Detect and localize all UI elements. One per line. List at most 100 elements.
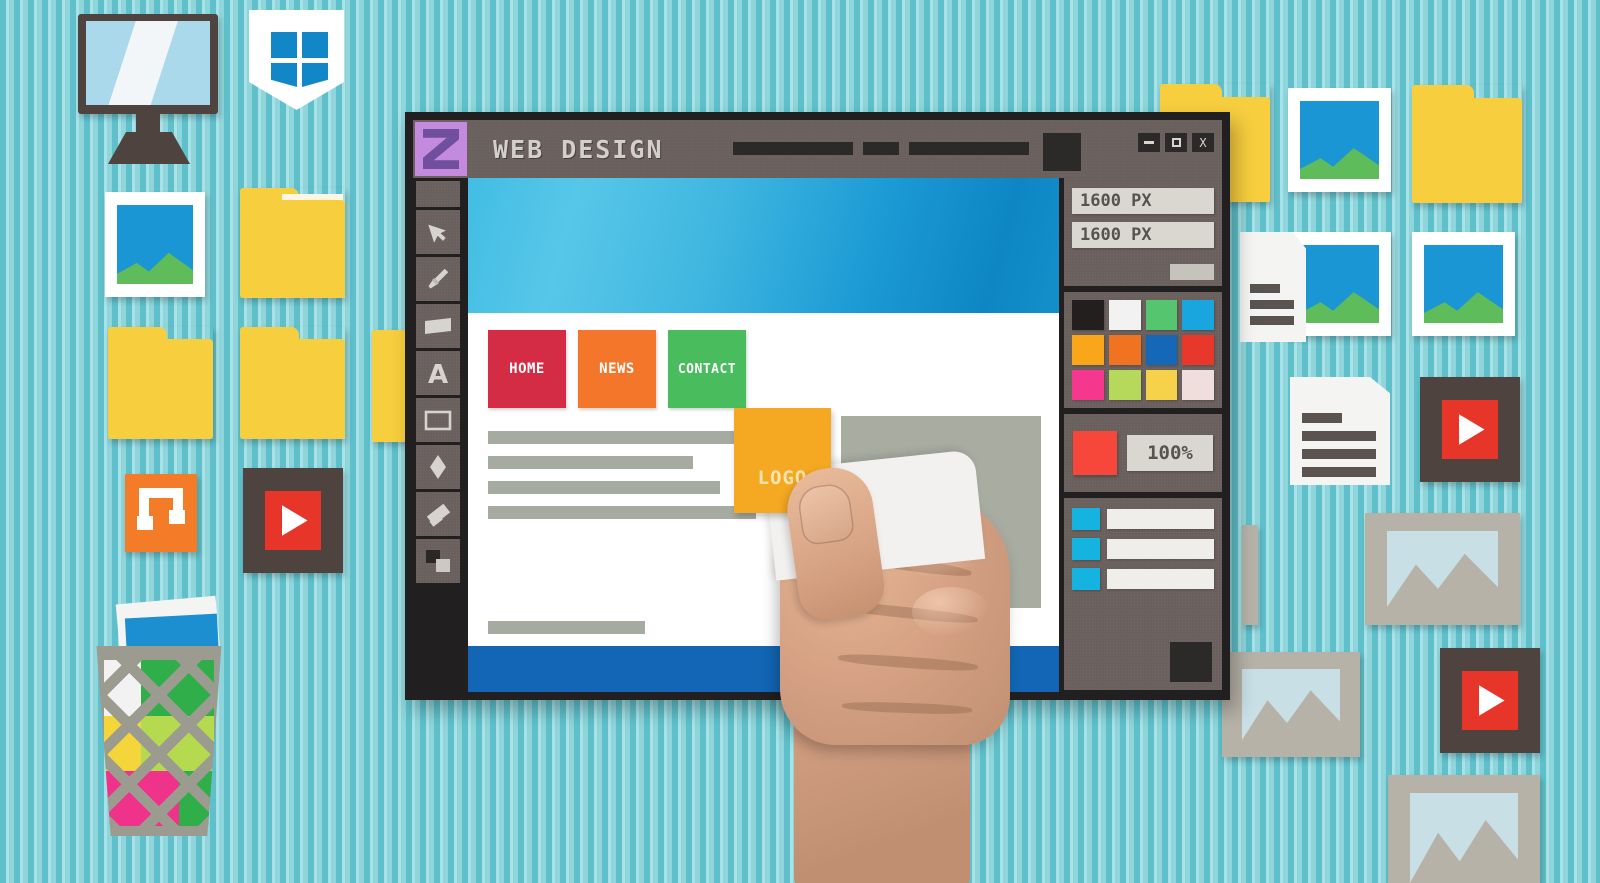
width-field[interactable]: 1600 PX [1072, 188, 1214, 214]
desktop-icon-gray-photo-2[interactable] [1222, 652, 1360, 757]
nav-button-contact[interactable]: CONTACT [668, 330, 746, 408]
desktop-icon-video-right-1[interactable] [1420, 377, 1520, 482]
window-titlebar: WEB DESIGN X [413, 120, 1222, 178]
swatch-8[interactable] [1072, 370, 1104, 400]
swatch-3[interactable] [1182, 300, 1214, 330]
maximize-button[interactable] [1165, 133, 1187, 152]
rectangle-tool[interactable] [416, 398, 460, 442]
close-button[interactable]: X [1192, 133, 1214, 152]
desktop-icon-gray-photo-1[interactable] [1365, 513, 1520, 625]
brush-tool[interactable] [416, 257, 460, 301]
desktop-icon-video-right-2[interactable] [1440, 648, 1540, 753]
nav-button-news[interactable]: NEWS [578, 330, 656, 408]
desktop-icon-photo-left[interactable] [105, 192, 205, 297]
desktop-icon-photo-tr-1[interactable] [1288, 88, 1391, 192]
app-logo-icon[interactable] [415, 122, 467, 176]
gray-photo-mountain [1387, 553, 1498, 607]
letter-a-icon: A [428, 360, 448, 386]
layer-visibility-chip[interactable] [1072, 538, 1100, 560]
toolbar-slot-2[interactable] [863, 142, 899, 155]
swatch-1[interactable] [1108, 300, 1141, 330]
folder-body [1412, 97, 1522, 203]
play-triangle-icon [1478, 685, 1505, 716]
doc-line [1250, 316, 1294, 325]
layer-row-3[interactable] [1072, 568, 1214, 590]
filled-rectangle-icon [425, 318, 451, 334]
toolbar-slot-1[interactable] [733, 142, 853, 155]
photo-image-icon [117, 205, 193, 284]
swatch-4[interactable] [1072, 335, 1104, 365]
height-field[interactable]: 1600 PX [1072, 222, 1214, 248]
desktop-icon-folder-1[interactable] [240, 188, 345, 298]
shield-pane-tr [302, 32, 328, 58]
desktop-icon-folder-3[interactable] [240, 327, 345, 439]
desktop-icon-document-1[interactable] [1240, 232, 1306, 342]
swatch-5[interactable] [1108, 335, 1141, 365]
layer-visibility-chip[interactable] [1072, 508, 1100, 530]
window-controls: X [1138, 133, 1214, 152]
shape-tool[interactable] [416, 445, 460, 489]
gray-photo-frame-icon [1387, 531, 1498, 607]
desktop-icon-strip-partial [1242, 525, 1258, 625]
desktop-icon-folder-tr-2[interactable] [1412, 85, 1522, 203]
text-bar-2 [488, 456, 693, 469]
monitor-base [108, 132, 190, 164]
zoom-level-field[interactable]: 100% [1127, 435, 1213, 471]
nav-button-home-label: HOME [509, 361, 545, 377]
photo-hill [1300, 292, 1379, 323]
toolbar-slot-3[interactable] [909, 142, 1029, 155]
swatch-0[interactable] [1072, 300, 1104, 330]
music-note-icon [137, 488, 185, 538]
fill-rect-tool[interactable] [416, 304, 460, 348]
layers-options-button[interactable] [1170, 642, 1212, 682]
zoom-panel: 100% [1064, 414, 1222, 492]
desktop-icon-video-left[interactable] [243, 468, 343, 573]
nav-button-contact-label: CONTACT [677, 361, 737, 377]
video-play-icon [1462, 671, 1518, 730]
window-title: WEB DESIGN [493, 134, 664, 164]
nav-button-home[interactable]: HOME [488, 330, 566, 408]
blank-tool-slot[interactable] [416, 181, 460, 207]
desktop-icon-folder-2[interactable] [108, 327, 213, 439]
gray-photo-mountain [1410, 820, 1518, 883]
swatch-6[interactable] [1145, 335, 1178, 365]
desktop-icon-gray-photo-3[interactable] [1388, 775, 1540, 883]
play-triangle-icon [1458, 414, 1485, 445]
nav-button-news-label: NEWS [599, 361, 635, 377]
swatch-10[interactable] [1145, 370, 1178, 400]
minimize-button[interactable] [1138, 133, 1160, 152]
desktop-icon-photo-tr-3[interactable] [1412, 232, 1515, 336]
swatch-2[interactable] [1145, 300, 1178, 330]
toolbar-color-swatch[interactable] [1043, 133, 1081, 171]
titlebar-toolbar [733, 133, 1081, 171]
desktop-icon-trash[interactable] [82, 595, 242, 840]
eraser-tool[interactable] [416, 492, 460, 536]
trash-basket-icon [96, 646, 222, 836]
pointer-tool[interactable] [416, 210, 460, 254]
cursor-arrow-icon [428, 224, 446, 243]
photo-image-icon [1424, 245, 1503, 323]
layer-row-2[interactable] [1072, 538, 1214, 560]
shield-pane-br [302, 63, 328, 87]
desktop-icon-music[interactable] [125, 474, 197, 552]
active-color-swatch[interactable] [1073, 431, 1117, 475]
doc-line [1250, 284, 1280, 293]
dimensions-mini-button[interactable] [1170, 264, 1214, 280]
desktop-icon-shield[interactable] [249, 10, 344, 110]
text-tool[interactable]: A [416, 351, 460, 395]
folder-body [240, 339, 345, 439]
video-play-icon [265, 491, 321, 550]
desktop-icon-document-2[interactable] [1290, 377, 1390, 485]
swatch-9[interactable] [1108, 370, 1141, 400]
video-play-icon [1442, 400, 1498, 459]
layer-row-1[interactable] [1072, 508, 1214, 530]
swatch-7[interactable] [1182, 335, 1214, 365]
swatch-11[interactable] [1182, 370, 1214, 400]
desktop-icon-monitor[interactable] [78, 14, 228, 164]
photo-hill [1424, 292, 1503, 323]
color-picker-tool[interactable] [416, 539, 460, 583]
right-panel: 1600 PX 1600 PX 100% [1064, 178, 1222, 692]
hero-banner[interactable] [468, 178, 1059, 313]
layer-name-bar [1107, 569, 1214, 589]
layer-visibility-chip[interactable] [1072, 568, 1100, 590]
